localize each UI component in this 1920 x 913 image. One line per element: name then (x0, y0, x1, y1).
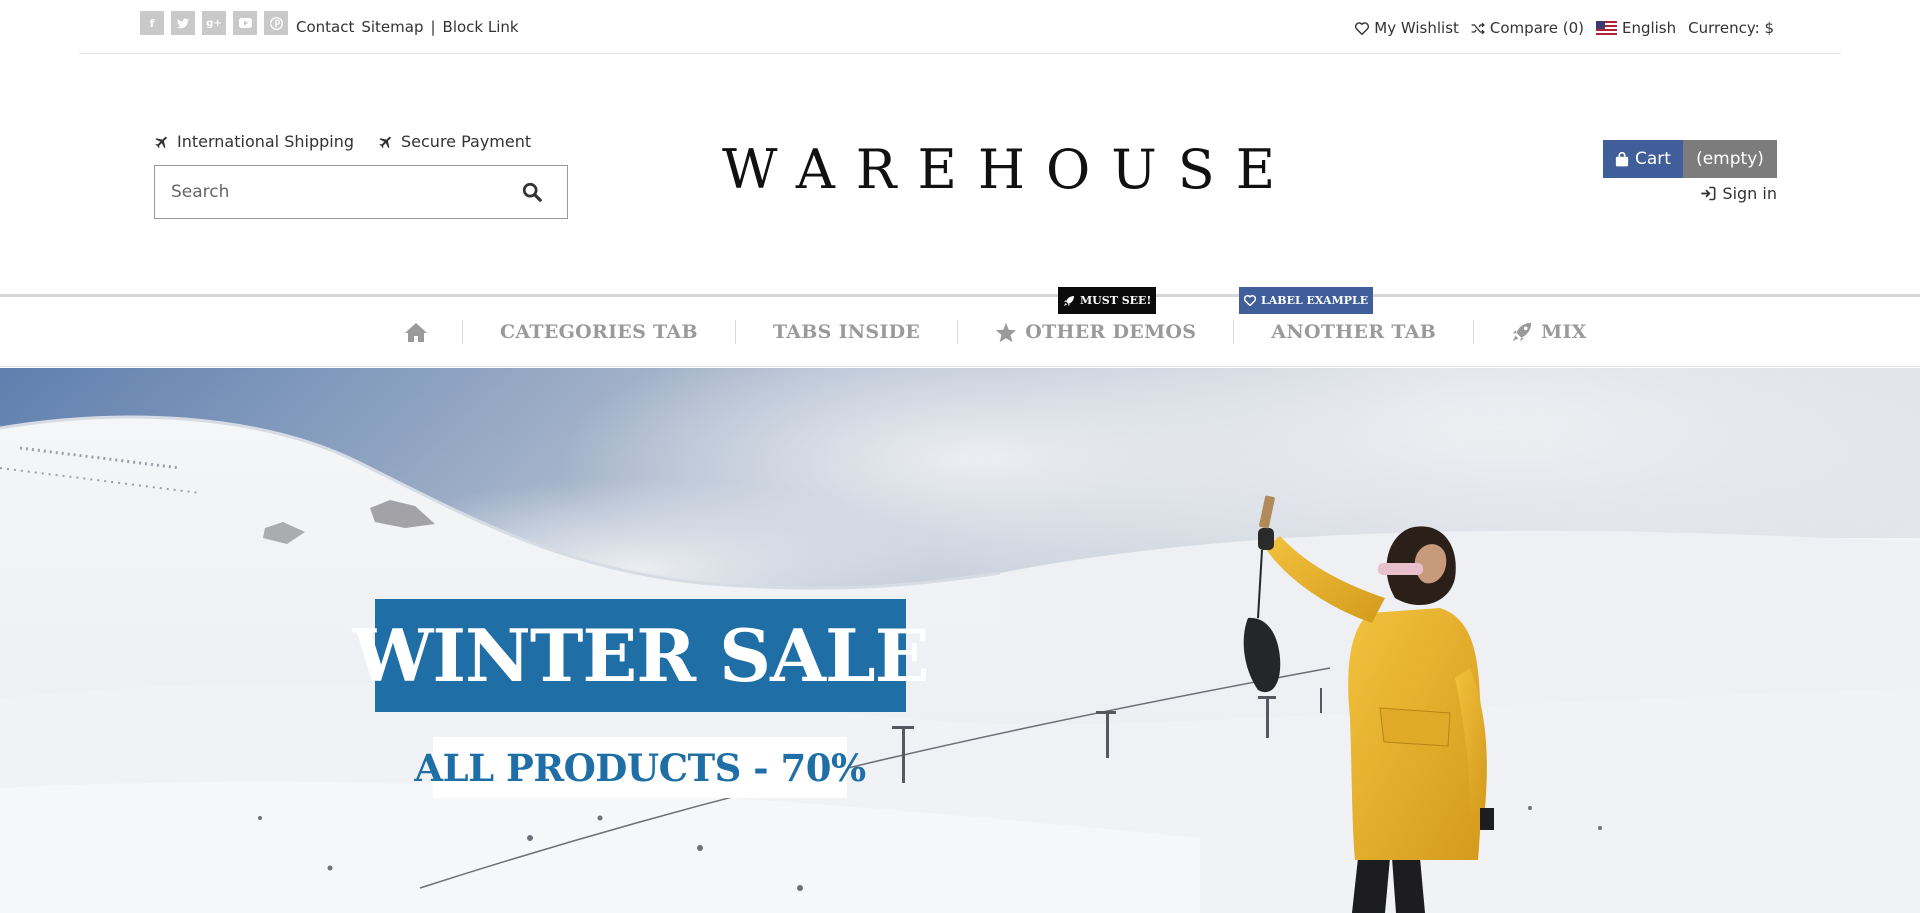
rocket-icon (1064, 295, 1074, 306)
plane-icon (155, 136, 167, 148)
menu-label: MIX (1541, 321, 1587, 343)
hero-title: WINTER SALE (352, 599, 930, 712)
shipping-info: International Shipping Secure Payment (154, 132, 531, 151)
social-links: f g+ (140, 11, 288, 35)
facebook-icon[interactable]: f (140, 11, 164, 35)
sign-in-label: Sign in (1722, 184, 1777, 203)
menu-label: CATEGORIES TAB (500, 321, 698, 343)
pinterest-icon[interactable] (264, 11, 288, 35)
sign-in-icon (1701, 186, 1716, 201)
menu-items: CATEGORIES TAB TABS INSIDE OTHER DEMOS A… (400, 297, 1624, 367)
language-selector[interactable]: English (1595, 19, 1677, 37)
menu-label: OTHER DEMOS (1025, 321, 1197, 343)
badge-label: LABEL EXAMPLE (1261, 294, 1369, 307)
hero-background-image (0, 368, 1920, 913)
contact-link[interactable]: Contact (296, 18, 354, 36)
hero-banner[interactable]: WINTER SALE ALL PRODUCTS - 70% (0, 368, 1920, 913)
top-right-links: My Wishlist Compare (0) English Currency… (1355, 19, 1774, 37)
youtube-icon[interactable] (233, 11, 257, 35)
shopping-bag-icon (1615, 151, 1629, 166)
heart-icon (1244, 295, 1256, 306)
shuffle-icon (1471, 22, 1485, 34)
sign-in-link[interactable]: Sign in (1700, 184, 1777, 203)
international-shipping: International Shipping (154, 132, 354, 151)
sitemap-link[interactable]: Sitemap (361, 18, 423, 36)
google-plus-icon[interactable]: g+ (202, 11, 226, 35)
search-icon[interactable] (521, 181, 543, 203)
separator: | (430, 18, 436, 36)
home-icon (405, 322, 427, 342)
heart-icon (1355, 21, 1370, 35)
label-example-badge: LABEL EXAMPLE (1239, 287, 1374, 314)
top-bar: f g+ Contact Sitemap | Block Link My Wis… (79, 0, 1841, 54)
badge-label: MUST SEE! (1080, 294, 1152, 307)
menu-label: ANOTHER TAB (1271, 321, 1437, 343)
cart-label-box[interactable]: Cart (1603, 140, 1683, 178)
shipping-label: International Shipping (177, 132, 354, 151)
rocket-icon (1512, 322, 1532, 342)
cart-status[interactable]: (empty) (1683, 140, 1777, 178)
main-menu: CATEGORIES TAB TABS INSIDE OTHER DEMOS A… (0, 294, 1920, 367)
secure-payment: Secure Payment (378, 132, 531, 151)
menu-categories-tab[interactable]: CATEGORIES TAB (463, 320, 736, 344)
menu-mix[interactable]: MIX (1474, 320, 1624, 344)
plane-icon (379, 136, 391, 148)
twitter-icon[interactable] (171, 11, 195, 35)
star-icon (996, 322, 1017, 342)
search-input[interactable] (155, 166, 495, 218)
menu-another-tab[interactable]: ANOTHER TAB (1234, 320, 1475, 344)
block-link[interactable]: Block Link (443, 18, 519, 36)
top-links: Contact Sitemap | Block Link (296, 18, 519, 36)
hero-subtitle: ALL PRODUCTS - 70% (414, 737, 866, 798)
must-see-badge: MUST SEE! (1058, 287, 1157, 314)
wishlist-link[interactable]: My Wishlist (1355, 19, 1459, 37)
cart-button[interactable]: Cart (empty) (1603, 140, 1777, 178)
compare-link[interactable]: Compare (0) (1471, 19, 1584, 37)
menu-other-demos[interactable]: OTHER DEMOS (958, 320, 1235, 344)
us-flag-icon (1595, 21, 1617, 35)
language-label: English (1621, 19, 1677, 37)
currency-selector[interactable]: Currency: $ (1688, 19, 1774, 37)
payment-label: Secure Payment (401, 132, 532, 151)
site-logo[interactable]: WAREHOUSE (722, 142, 1296, 198)
menu-tabs-inside[interactable]: TABS INSIDE (736, 320, 959, 344)
cart-label: Cart (1635, 149, 1671, 169)
menu-home[interactable] (400, 320, 463, 344)
wishlist-label: My Wishlist (1374, 19, 1459, 37)
compare-label: Compare (0) (1489, 19, 1584, 37)
menu-label: TABS INSIDE (772, 321, 921, 343)
search-box (154, 165, 568, 219)
